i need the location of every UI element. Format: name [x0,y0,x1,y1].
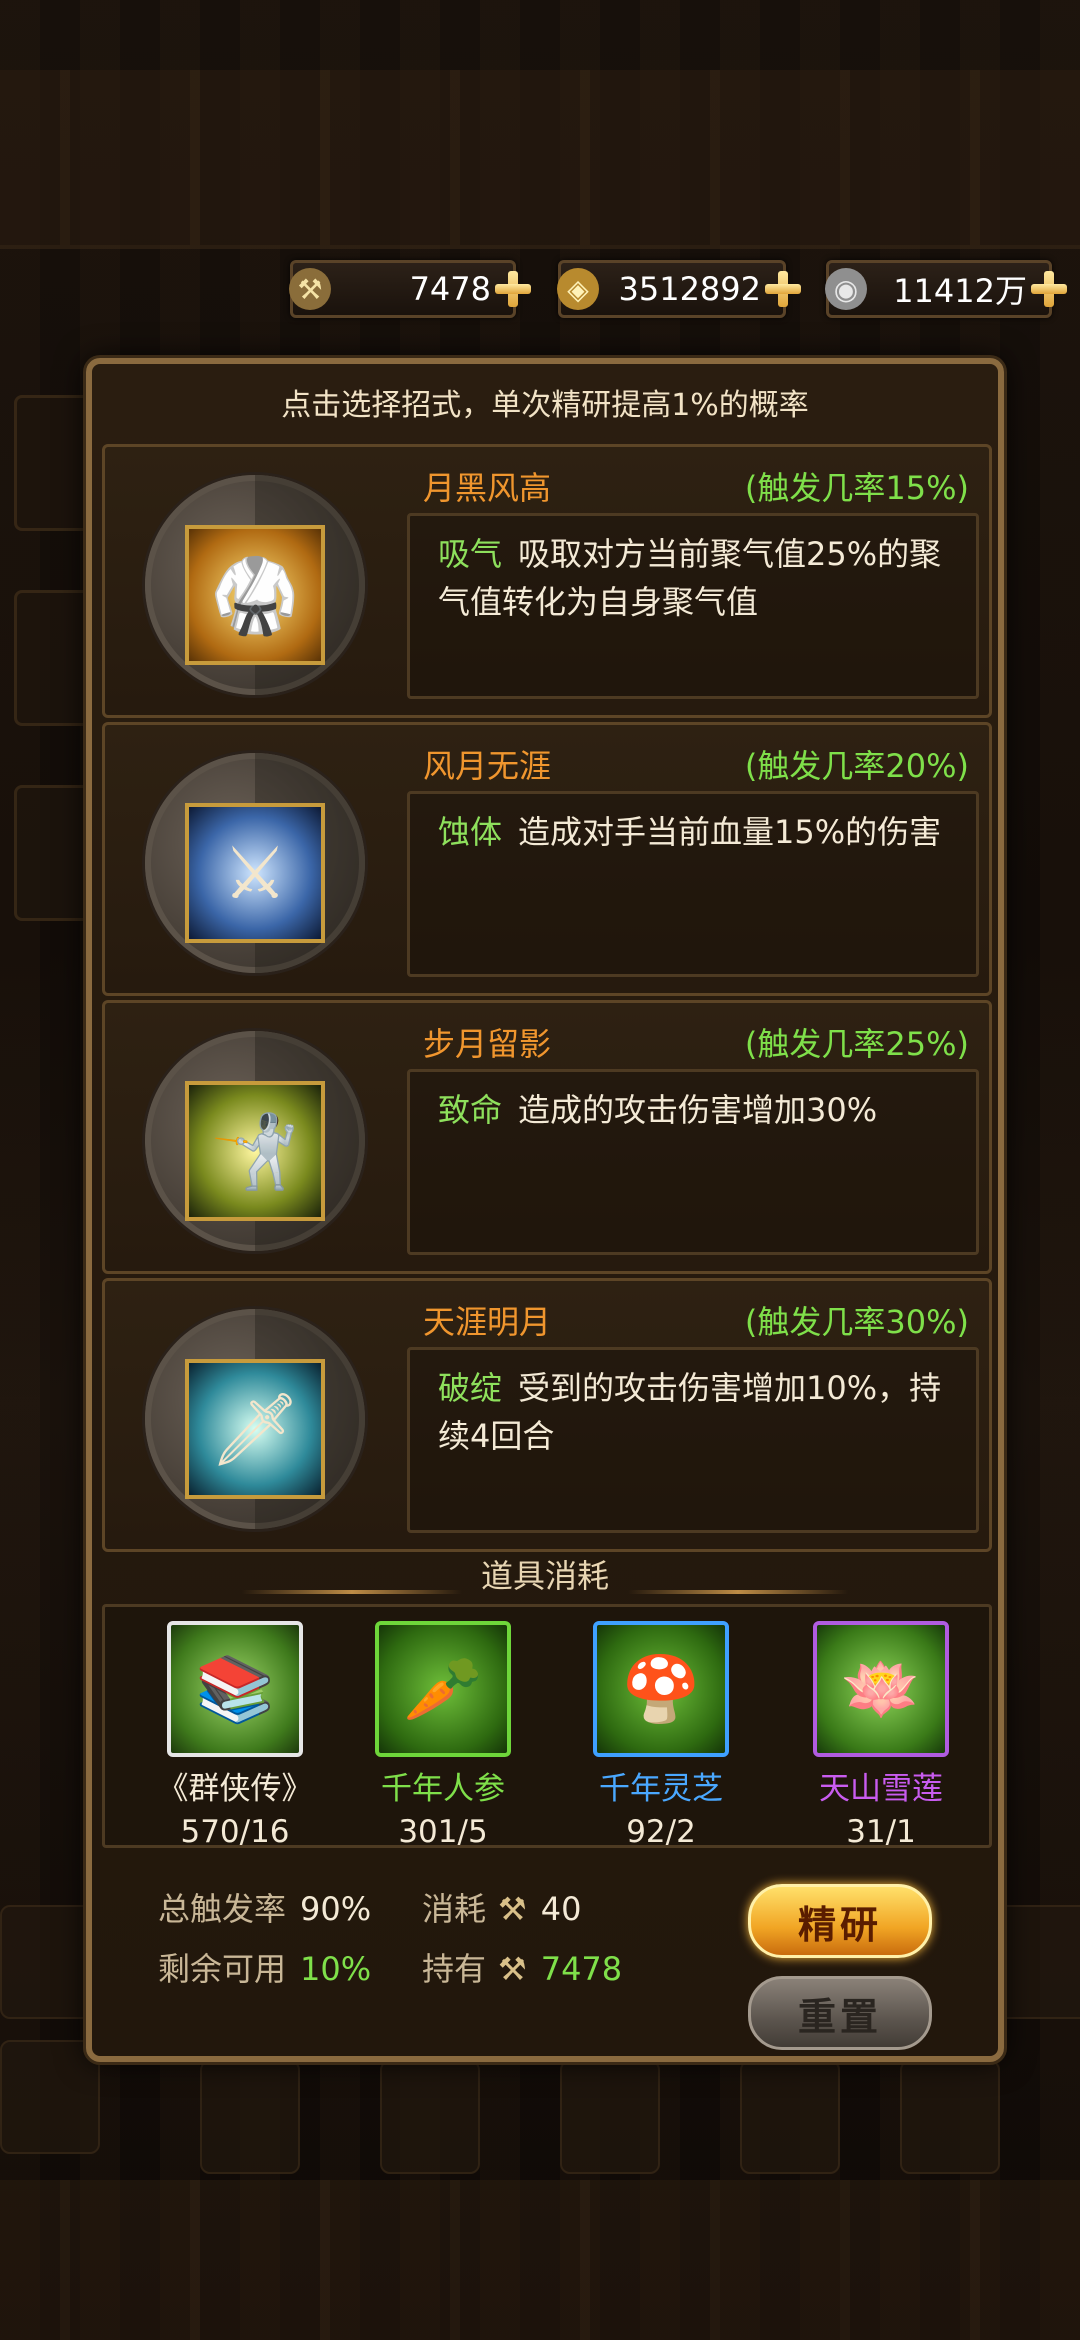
skill-name: 天涯明月 [423,1303,552,1341]
item-name: 千年人参 [381,1771,505,1807]
top-decorative-band [0,70,1080,249]
skill-description: 造成的攻击伤害增加30% [518,1091,878,1129]
scroll-hammer-icon: ⚒ [498,1890,527,1928]
bg-left-tab [14,395,92,531]
bg-left-tab [14,785,92,921]
book-stack-icon: 📚 [167,1621,303,1757]
item-count: 92/2 [626,1814,696,1850]
currency-silver: ◉ 11412万 [825,260,1067,318]
bg-nav-item [900,2060,1000,2174]
skill-description-box: 吸气 吸取对方当前聚气值25%的聚气值转化为自身聚气值 [407,513,979,699]
scroll-hammer-icon: ⚒ [498,1950,527,1988]
bg-nav-item [200,2060,300,2174]
item-name: 《群侠传》 [157,1771,313,1807]
add-gold-button[interactable] [765,271,801,307]
bottom-decorative-band [0,2180,1080,2340]
remaining-stat: 剩余可用 10% [158,1950,372,1988]
skill-card[interactable]: ⚔ 风月无涯 (触发几率20%) 蚀体 造成对手当前血量15%的伤害 [102,722,992,996]
owned-stat: 持有 ⚒ 7478 [422,1950,623,1988]
item-slot[interactable]: 🍄 千年灵芝 92/2 [581,1621,741,1850]
reset-button[interactable]: 重置 [748,1976,932,2050]
ginseng-icon: 🥕 [375,1621,511,1757]
skill-keyword: 吸气 [438,535,503,573]
item-slot[interactable]: 📚 《群侠传》 570/16 [155,1621,315,1850]
silver-ingot-icon: ◉ [825,268,867,310]
swordsman-icon: ⚔ [185,803,325,943]
skill-rate: (触发几率25%) [744,1025,969,1063]
skill-name: 月黑风高 [423,469,552,507]
item-name: 天山雪莲 [819,1771,943,1807]
items-box: 📚 《群侠传》 570/16 🥕 千年人参 301/5 🍄 千年灵芝 92/2 … [102,1604,992,1850]
snow-lotus-icon: 🪷 [813,1621,949,1757]
bg-nav-item [740,2060,840,2174]
decorative-line [242,1590,462,1594]
bg-left-tab [14,590,92,726]
skill-card[interactable]: 🤺 步月留影 (触发几率25%) 致命 造成的攻击伤害增加30% [102,1000,992,1274]
cost-stat: 消耗 ⚒ 40 [422,1890,582,1928]
decorative-line [628,1590,848,1594]
item-count: 570/16 [180,1814,290,1850]
item-name: 千年灵芝 [599,1771,723,1807]
skill-description: 吸取对方当前聚气值25%的聚气值转化为自身聚气值 [438,535,942,621]
items-title-bar: 道具消耗 [92,1544,998,1604]
lingzhi-mushroom-icon: 🍄 [593,1621,729,1757]
skill-keyword: 破绽 [438,1369,503,1407]
scroll-hammer-icon: ⚒ [289,268,331,310]
skill-rate: (触发几率15%) [744,469,969,507]
skill-description: 受到的攻击伤害增加10%，持续4回合 [438,1369,942,1455]
skill-description-box: 蚀体 造成对手当前血量15%的伤害 [407,791,979,977]
item-slot[interactable]: 🥕 千年人参 301/5 [363,1621,523,1850]
skill-name: 步月留影 [423,1025,552,1063]
martial-artist-icon: 🥋 [185,525,325,665]
bg-nav-item [380,2060,480,2174]
blade-dancer-icon: 🗡 [185,1359,325,1499]
skill-rate: (触发几率30%) [744,1303,969,1341]
currency-research-points: ⚒ 7478 [289,260,531,318]
item-slot[interactable]: 🪷 天山雪莲 31/1 [801,1621,961,1850]
bg-nav-item [0,2040,100,2154]
skill-description: 造成对手当前血量15%的伤害 [518,813,942,851]
add-silver-button[interactable] [1031,271,1067,307]
currency-gold: ◈ 3512892 [557,260,801,318]
gold-coin-icon: ◈ [557,268,599,310]
skill-rate: (触发几率20%) [744,747,969,785]
skill-research-dialog: 点击选择招式，单次精研提高1%的概率 🥋 月黑风高 (触发几率15%) 吸气 吸取… [86,358,1004,2062]
item-count: 31/1 [846,1814,916,1850]
skill-card[interactable]: 🗡 天涯明月 (触发几率30%) 破绽 受到的攻击伤害增加10%，持续4回合 [102,1278,992,1552]
items-title: 道具消耗 [480,1557,609,1595]
skill-card[interactable]: 🥋 月黑风高 (触发几率15%) 吸气 吸取对方当前聚气值25%的聚气值转化为自身… [102,444,992,718]
skill-description-box: 致命 造成的攻击伤害增加30% [407,1069,979,1255]
bg-rules-button [0,1905,100,2019]
item-count: 301/5 [398,1814,488,1850]
add-research-points-button[interactable] [495,271,531,307]
total-rate-stat: 总触发率 90% [158,1890,372,1928]
skill-name: 风月无涯 [423,747,552,785]
skill-keyword: 致命 [438,1091,503,1129]
skill-keyword: 蚀体 [438,813,503,851]
skill-description-box: 破绽 受到的攻击伤害增加10%，持续4回合 [407,1347,979,1533]
fighter-icon: 🤺 [185,1081,325,1221]
bg-nav-item [560,2060,660,2174]
dialog-header: 点击选择招式，单次精研提高1%的概率 [281,388,809,423]
research-button[interactable]: 精研 [748,1884,932,1958]
